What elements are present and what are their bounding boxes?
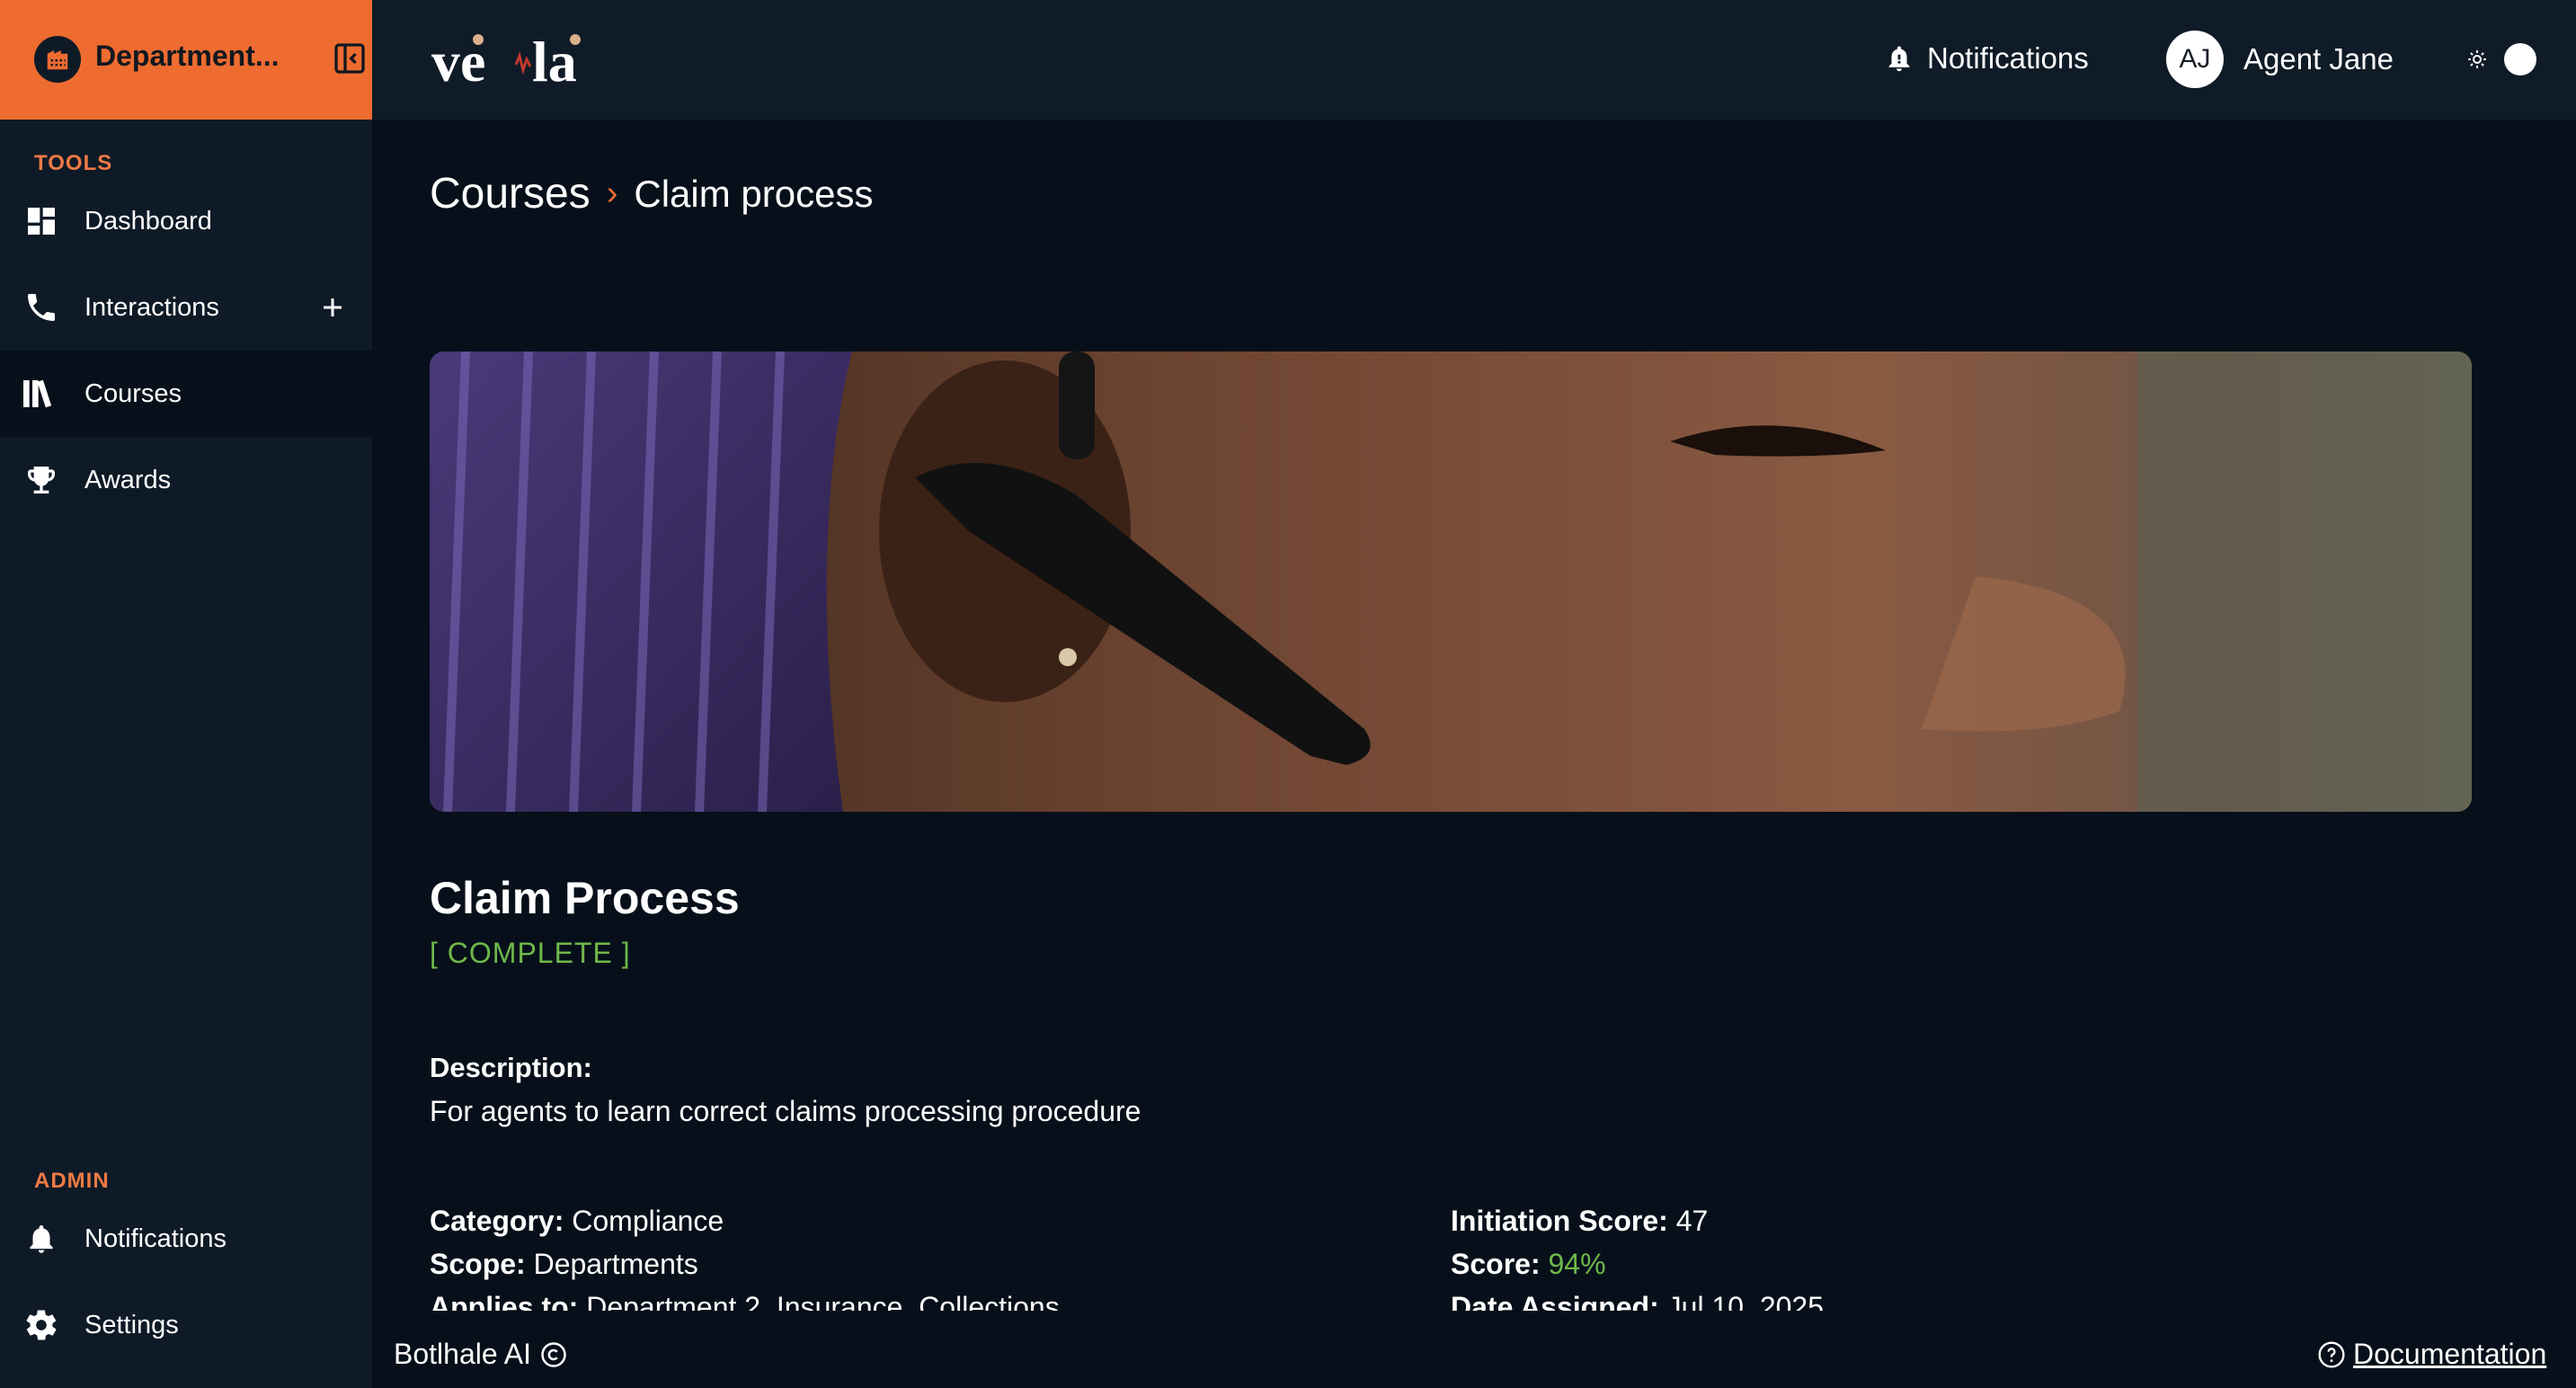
sidebar: Department... TOOLS Dashboard Interactio… bbox=[0, 0, 372, 1388]
initiation-score-row: Initiation Score: 47 bbox=[1451, 1205, 1708, 1238]
sidebar-item-label: Awards bbox=[84, 465, 172, 494]
sidebar-item-label: Notifications bbox=[84, 1223, 227, 1253]
breadcrumb: Courses › Claim process bbox=[430, 169, 873, 218]
building-icon bbox=[34, 36, 81, 83]
sidebar-item-label: Courses bbox=[84, 378, 182, 408]
applies-row: Applies to: Department 2, Insurance, Col… bbox=[430, 1291, 1060, 1311]
category-row: Category: Compliance bbox=[430, 1205, 724, 1238]
notifications-button[interactable]: Notifications bbox=[1884, 36, 2089, 81]
description-label: Description: bbox=[430, 1052, 592, 1083]
applies-value: Department 2, Insurance, Collections bbox=[586, 1291, 1060, 1311]
sidebar-item-dashboard[interactable]: Dashboard bbox=[0, 178, 372, 264]
scope-value: Departments bbox=[533, 1248, 698, 1280]
department-name: Department... bbox=[95, 40, 280, 72]
sidebar-item-settings[interactable]: Settings bbox=[0, 1282, 372, 1368]
initiation-score-label: Initiation Score: bbox=[1451, 1205, 1668, 1237]
score-label: Score: bbox=[1451, 1248, 1541, 1280]
footer-brand: Botlhale AI bbox=[394, 1338, 567, 1371]
copyright-icon bbox=[541, 1341, 566, 1367]
footer-brand-label: Botlhale AI bbox=[394, 1338, 531, 1370]
vela-logo[interactable]: ve la bbox=[431, 27, 581, 95]
status-badge: [ COMPLETE ] bbox=[430, 937, 631, 969]
category-value: Compliance bbox=[572, 1205, 724, 1237]
sun-icon bbox=[2468, 50, 2486, 68]
toggle-knob bbox=[2504, 43, 2536, 76]
trophy-icon bbox=[22, 460, 61, 500]
topbar: ve la Notifications AJ Agent Jane bbox=[372, 0, 2576, 120]
course-meta: Category: Compliance Scope: Departments … bbox=[430, 1205, 2472, 1311]
course-hero-image bbox=[430, 351, 2472, 812]
date-assigned-row: Date Assigned: Jul 10, 2025 bbox=[1451, 1291, 1824, 1311]
theme-toggle[interactable] bbox=[2466, 40, 2536, 79]
help-icon bbox=[2318, 1340, 2345, 1368]
notifications-label: Notifications bbox=[1927, 41, 2089, 75]
date-assigned-value: Jul 10, 2025 bbox=[1666, 1291, 1824, 1311]
scope-row: Scope: Departments bbox=[430, 1248, 698, 1281]
breadcrumb-current: Claim process bbox=[634, 172, 874, 215]
user-menu[interactable]: AJ Agent Jane bbox=[2166, 31, 2394, 88]
documentation-label[interactable]: Documentation bbox=[2353, 1338, 2546, 1371]
score-value: 94% bbox=[1548, 1248, 1606, 1280]
user-name: Agent Jane bbox=[2243, 42, 2394, 76]
dashboard-icon bbox=[22, 201, 61, 241]
collapse-sidebar-icon[interactable] bbox=[331, 40, 369, 77]
department-switcher[interactable]: Department... bbox=[0, 0, 372, 120]
sidebar-item-courses[interactable]: Courses bbox=[0, 351, 372, 437]
sidebar-item-awards[interactable]: Awards bbox=[0, 437, 372, 523]
applies-label: Applies to: bbox=[430, 1291, 579, 1311]
chevron-right-icon: › bbox=[606, 174, 618, 212]
score-row: Score: 94% bbox=[1451, 1248, 1606, 1281]
sidebar-item-interactions[interactable]: Interactions bbox=[0, 264, 372, 351]
date-assigned-label: Date Assigned: bbox=[1451, 1291, 1659, 1311]
admin-section-label: ADMIN bbox=[34, 1169, 110, 1193]
documentation-link[interactable]: Documentation bbox=[2317, 1338, 2546, 1371]
sidebar-item-label: Settings bbox=[84, 1310, 179, 1339]
category-label: Category: bbox=[430, 1205, 564, 1237]
description-text: For agents to learn correct claims proce… bbox=[430, 1095, 1141, 1127]
scope-label: Scope: bbox=[430, 1248, 526, 1280]
sidebar-item-label: Dashboard bbox=[84, 206, 212, 236]
bell-icon bbox=[22, 1219, 61, 1259]
bell-icon bbox=[1888, 46, 1910, 72]
sidebar-item-notifications[interactable]: Notifications bbox=[0, 1196, 372, 1282]
tools-section-label: TOOLS bbox=[34, 151, 113, 175]
add-interaction-icon[interactable] bbox=[315, 289, 351, 325]
library-icon bbox=[22, 374, 61, 414]
course-title: Claim Process bbox=[430, 873, 740, 923]
phone-icon bbox=[22, 288, 61, 327]
avatar: AJ bbox=[2166, 31, 2224, 88]
gear-icon bbox=[22, 1305, 61, 1345]
sidebar-item-label: Interactions bbox=[84, 292, 219, 322]
breadcrumb-courses-link[interactable]: Courses bbox=[430, 169, 591, 218]
initiation-score-value: 47 bbox=[1675, 1205, 1709, 1237]
